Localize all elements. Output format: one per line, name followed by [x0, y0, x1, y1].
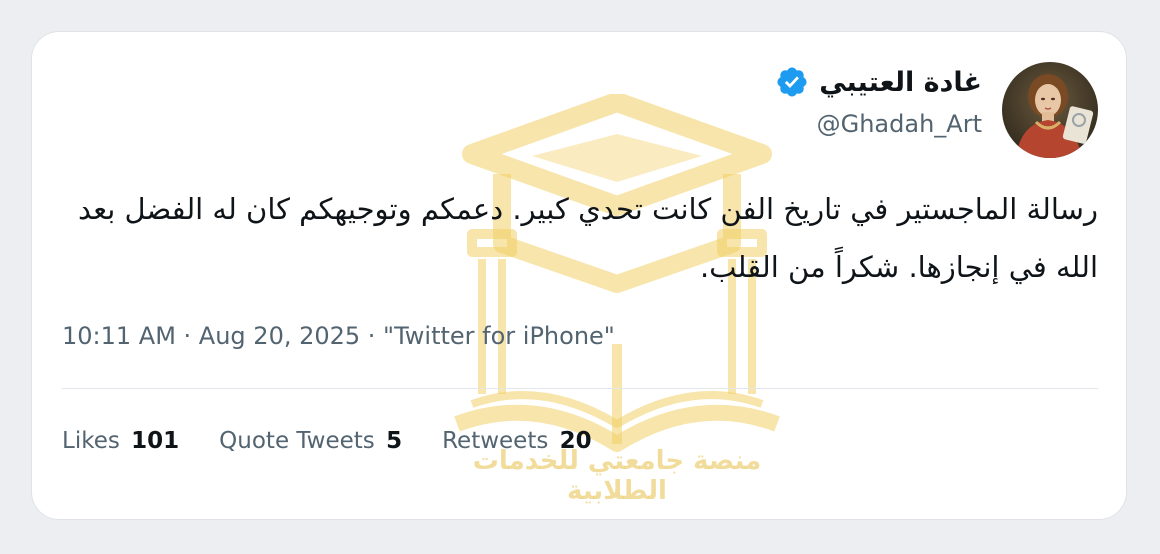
- divider: [62, 388, 1098, 389]
- name-row: غادة العتيبي: [775, 62, 982, 102]
- avatar[interactable]: [1002, 62, 1098, 158]
- retweets-stat[interactable]: Retweets 20: [442, 428, 592, 454]
- tweet-card: منصة جامعتي للخدمات الطلابية غادة العتيب…: [31, 31, 1127, 520]
- stat-value: 101: [131, 428, 180, 454]
- display-name[interactable]: غادة العتيبي: [819, 67, 982, 98]
- tweet-text: رسالة الماجستير في تاريخ الفن كانت تحدي …: [78, 192, 1098, 284]
- tweet-stats: Likes 101 Quote Tweets 5 Retweets 20: [62, 428, 592, 454]
- stat-label: Likes: [62, 428, 120, 454]
- tweet-meta[interactable]: 10:11 AM · Aug 20, 2025 · "Twitter for i…: [62, 322, 615, 350]
- user-handle[interactable]: @Ghadah_Art: [775, 110, 982, 138]
- verified-badge-icon: [777, 67, 807, 97]
- likes-stat[interactable]: Likes 101: [62, 428, 179, 454]
- renaissance-portrait-avatar: [1002, 62, 1098, 158]
- quote-tweets-stat[interactable]: Quote Tweets 5: [219, 428, 402, 454]
- tweet-header: غادة العتيبي @Ghadah_Art: [775, 62, 982, 138]
- stat-label: Retweets: [442, 428, 549, 454]
- stat-value: 20: [559, 428, 592, 454]
- watermark-text: منصة جامعتي للخدمات الطلابية: [472, 446, 762, 506]
- stat-label: Quote Tweets: [219, 428, 375, 454]
- stat-value: 5: [386, 428, 403, 454]
